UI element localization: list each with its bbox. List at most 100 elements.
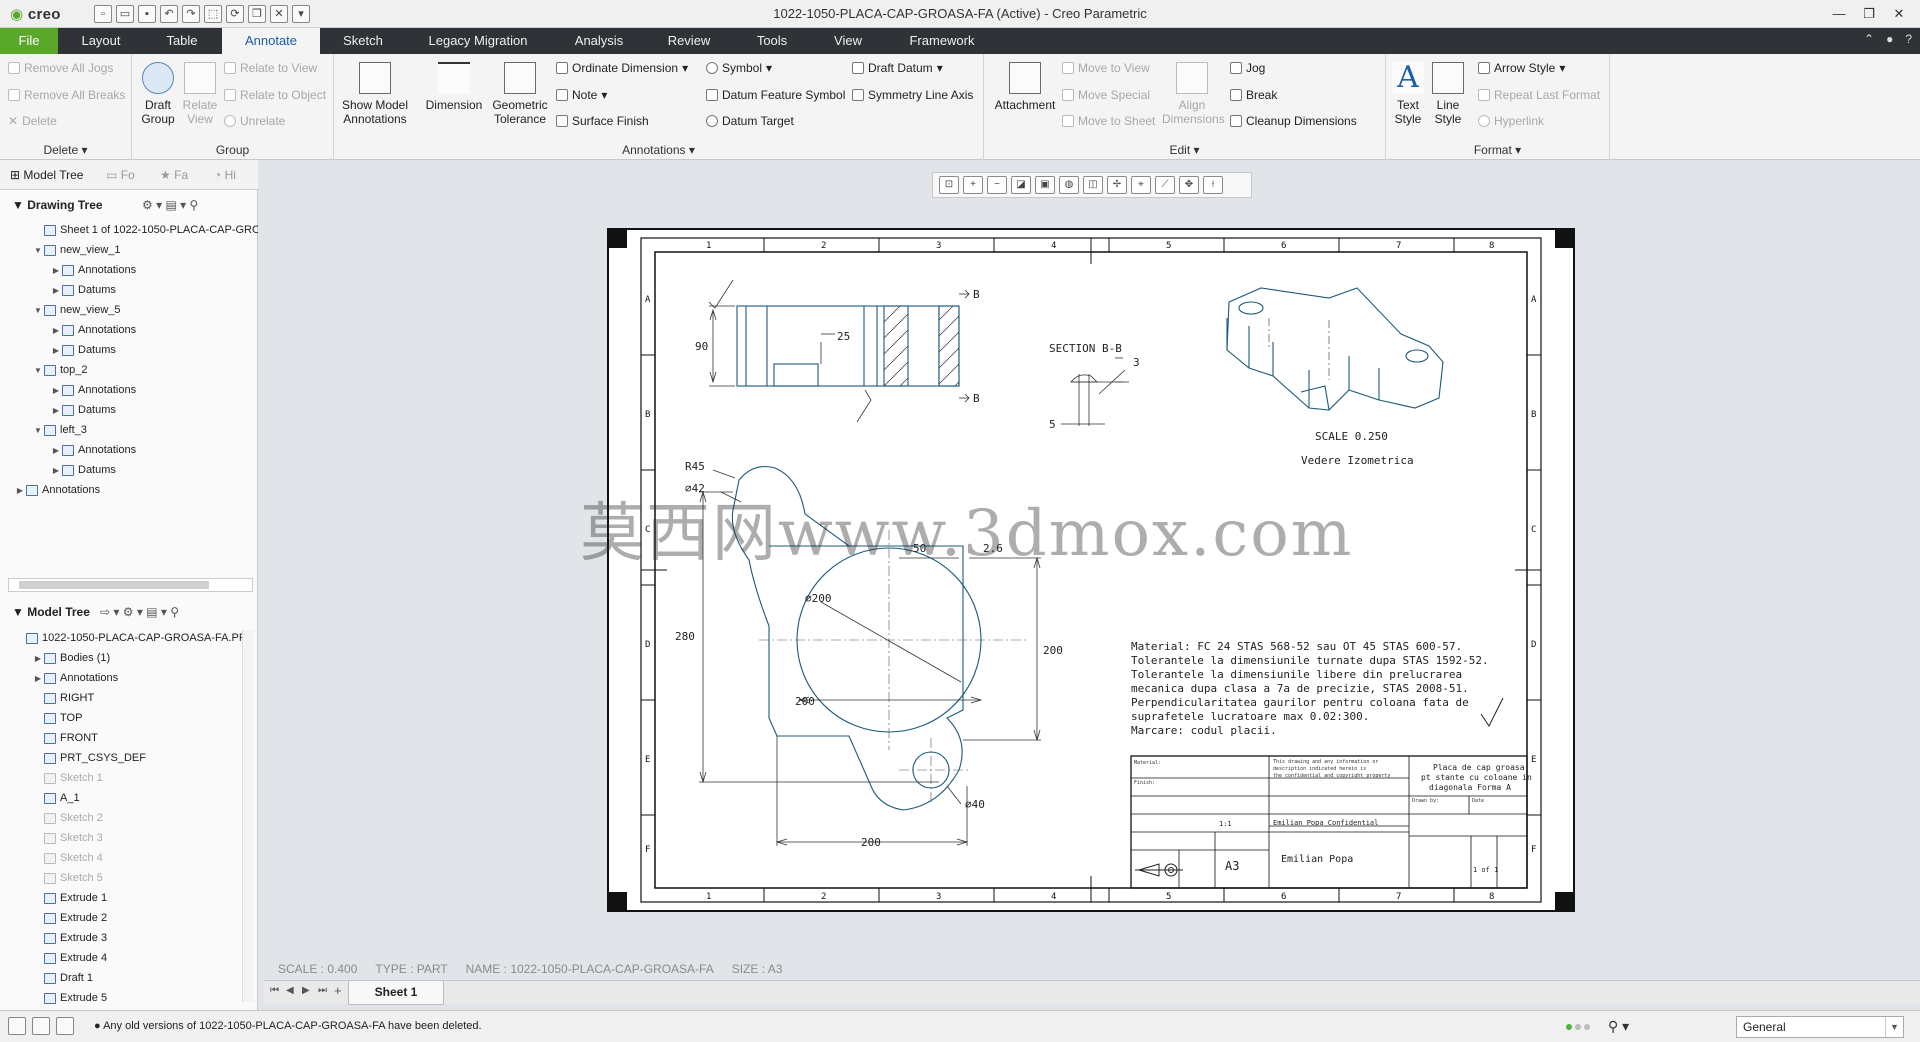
format-group-label[interactable]: Format ▾	[1386, 143, 1609, 157]
model-tree-row[interactable]: 1022-1050-PLACA-CAP-GROASA-FA.PRT	[0, 628, 258, 648]
drawing-tree-row[interactable]: ▶ Annotations	[0, 480, 258, 500]
move-to-sheet-button[interactable]: Move to Sheet	[1062, 111, 1155, 131]
arrow-style-button[interactable]: Arrow Style ▾	[1478, 58, 1565, 78]
drawing-tree-row[interactable]: ▼ new_view_1	[0, 240, 258, 260]
zoom-in-icon[interactable]: +	[963, 176, 983, 194]
point-display-icon[interactable]: ✢	[1107, 176, 1127, 194]
repaint-icon[interactable]: ◪	[1011, 176, 1031, 194]
model-tree-row[interactable]: Extrude 2	[0, 908, 258, 928]
navigator-toggle-icon[interactable]	[8, 1017, 26, 1035]
text-style-button[interactable]: A Text Style	[1388, 62, 1428, 126]
tab-framework[interactable]: Framework	[896, 28, 988, 54]
model-tree-row[interactable]: ▶ Bodies (1)	[0, 648, 258, 668]
drawing-tree-row[interactable]: ▶ Annotations	[0, 380, 258, 400]
move-special-button[interactable]: Move Special	[1062, 85, 1150, 105]
drawing-tree-row[interactable]: ▼ top_2	[0, 360, 258, 380]
delete-group-label[interactable]: Delete ▾	[0, 143, 131, 157]
drawing-tree-row[interactable]: ▶ Datums	[0, 280, 258, 300]
expand-arrow-icon[interactable]: ▶	[32, 649, 44, 669]
scrollbar-thumb[interactable]	[19, 581, 209, 589]
tab-analysis[interactable]: Analysis	[566, 28, 632, 54]
remove-all-jogs-button[interactable]: Remove All Jogs	[8, 58, 113, 78]
geometric-tolerance-button[interactable]: Geometric Tolerance	[488, 62, 552, 126]
view-manager-icon[interactable]: ◍	[1059, 176, 1079, 194]
expand-arrow-icon[interactable]: ▶	[50, 341, 62, 361]
tab-table[interactable]: Table	[152, 28, 212, 54]
drawing-tree-row[interactable]: ▼ left_3	[0, 420, 258, 440]
draft-group-button[interactable]: Draft Group	[136, 62, 180, 126]
expand-arrow-icon[interactable]: ▶	[50, 401, 62, 421]
tab-folder[interactable]: ▭ Fo	[106, 168, 135, 182]
expand-arrow-icon[interactable]: ▶	[50, 441, 62, 461]
first-sheet-icon[interactable]: ⏮	[270, 985, 279, 996]
jog-button[interactable]: Jog	[1230, 58, 1265, 78]
draft-datum-button[interactable]: Draft Datum ▾	[852, 58, 943, 78]
tab-review[interactable]: Review	[658, 28, 720, 54]
minimize-icon[interactable]: —	[1824, 4, 1854, 24]
help-icon[interactable]: ?	[1905, 32, 1912, 46]
tab-model-tree[interactable]: ⊞ Model Tree	[10, 168, 83, 182]
align-dimensions-button[interactable]: Align Dimensions	[1162, 62, 1225, 126]
expand-arrow-icon[interactable]: ▼	[32, 301, 44, 321]
tab-sketch[interactable]: Sketch	[334, 28, 392, 54]
drawing-tree-row[interactable]: ▶ Datums	[0, 460, 258, 480]
show-model-annotations-button[interactable]: Show Model Annotations	[340, 62, 410, 126]
relate-to-view-button[interactable]: Relate to View	[224, 58, 317, 78]
break-button[interactable]: Break	[1230, 85, 1277, 105]
horizontal-scrollbar[interactable]	[8, 578, 253, 592]
drawing-tree-row[interactable]: ▶ Annotations	[0, 260, 258, 280]
model-tree-row[interactable]: Extrude 5	[0, 988, 258, 1008]
model-tree-row[interactable]: Sketch 5	[0, 868, 258, 888]
ordinate-dimension-button[interactable]: Ordinate Dimension ▾	[556, 58, 688, 78]
csys-display-icon[interactable]: ⌖	[1131, 176, 1151, 194]
tab-layout[interactable]: Layout	[70, 28, 132, 54]
relate-view-button[interactable]: Relate View	[178, 62, 222, 126]
expand-arrow-icon[interactable]: ▶	[50, 381, 62, 401]
datum-feature-symbol-button[interactable]: Datum Feature Symbol	[706, 85, 845, 105]
remove-all-breaks-button[interactable]: Remove All Breaks	[8, 85, 125, 105]
model-tree-row[interactable]: TOP	[0, 708, 258, 728]
user-icon[interactable]: ●	[1886, 32, 1893, 46]
datum-display-icon[interactable]: ◫	[1083, 176, 1103, 194]
model-tree-row[interactable]: PRT_CSYS_DEF	[0, 748, 258, 768]
add-sheet-icon[interactable]: +	[334, 983, 342, 998]
find-icon[interactable]: ⚲ ▾	[1608, 1018, 1629, 1035]
last-sheet-icon[interactable]: ⏭	[318, 985, 327, 996]
tab-view[interactable]: View	[820, 28, 876, 54]
expand-arrow-icon[interactable]: ▼	[32, 241, 44, 261]
drawing-sheet[interactable]: 1 2 3 4 5 6 7 8 1 2 3 4 5 6 7 8 A B C D …	[607, 228, 1575, 912]
tree-settings-icon[interactable]: ⚙ ▾ ▤ ▾ ⚲	[142, 193, 198, 217]
sheet-tab-1[interactable]: Sheet 1	[348, 981, 444, 1005]
unrelate-button[interactable]: Unrelate	[224, 111, 285, 131]
dimension-button[interactable]: Dimension	[422, 62, 486, 112]
drawing-tree-header[interactable]: ▼ Drawing Tree ⚙ ▾ ▤ ▾ ⚲	[0, 193, 258, 217]
display-style-icon[interactable]: ▣	[1035, 176, 1055, 194]
collapse-ribbon-icon[interactable]: ⌃	[1864, 32, 1874, 46]
prev-sheet-icon[interactable]: ◀	[286, 985, 294, 996]
vertical-scrollbar[interactable]	[242, 630, 254, 1002]
expand-arrow-icon[interactable]: ▶	[50, 461, 62, 481]
annotations-group-label[interactable]: Annotations ▾	[334, 143, 983, 157]
model-tree-row[interactable]: Draft 1	[0, 968, 258, 988]
drawing-tree-row[interactable]: ▼ new_view_5	[0, 300, 258, 320]
expand-arrow-icon[interactable]: ▶	[50, 321, 62, 341]
restore-icon[interactable]: ❐	[1854, 4, 1884, 24]
tab-annotate[interactable]: Annotate	[222, 28, 320, 54]
relate-to-object-button[interactable]: Relate to Object	[224, 85, 326, 105]
model-tree-row[interactable]: RIGHT	[0, 688, 258, 708]
model-tree-row[interactable]: ▶ Annotations	[0, 668, 258, 688]
symbol-button[interactable]: Symbol ▾	[706, 58, 772, 78]
model-tree-row[interactable]: Sketch 2	[0, 808, 258, 828]
surface-finish-button[interactable]: Surface Finish	[556, 111, 649, 131]
browser-toggle-icon[interactable]	[32, 1017, 50, 1035]
close-icon[interactable]: ✕	[1884, 4, 1914, 24]
plane-display-icon[interactable]: ✥	[1179, 176, 1199, 194]
tab-tools[interactable]: Tools	[742, 28, 802, 54]
next-sheet-icon[interactable]: ▶	[302, 985, 310, 996]
axis-display-icon[interactable]: ⟋	[1155, 176, 1175, 194]
symmetry-line-axis-button[interactable]: Symmetry Line Axis	[852, 85, 973, 105]
model-tree-row[interactable]: Extrude 1	[0, 888, 258, 908]
tab-file[interactable]: File	[0, 28, 58, 54]
expand-arrow-icon[interactable]: ▶	[50, 281, 62, 301]
repeat-last-format-button[interactable]: Repeat Last Format	[1478, 85, 1600, 105]
